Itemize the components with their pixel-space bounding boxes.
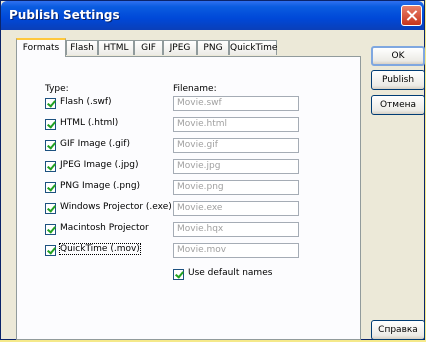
filename-header: Filename: (173, 84, 217, 94)
png-label: PNG Image (.png) (60, 181, 141, 191)
html-label: HTML (.html) (60, 118, 119, 128)
tab-gif[interactable]: GIF (134, 40, 163, 55)
publish-button[interactable]: Publish (371, 70, 425, 90)
jpeg-checkbox[interactable] (45, 161, 56, 172)
ok-button[interactable]: OK (371, 46, 425, 66)
flash-checkbox[interactable] (45, 98, 56, 109)
gif-filename-field[interactable]: Movie.gif (173, 138, 299, 153)
quicktime-filename-field[interactable]: Movie.mov (173, 243, 299, 258)
macintosh-projector-label: Macintosh Projector (60, 223, 149, 233)
publish-settings-dialog: Publish Settings Formats Flash HTML GIF … (0, 0, 425, 340)
close-icon[interactable] (401, 5, 422, 26)
help-button[interactable]: Справка (371, 320, 425, 340)
use-default-names-checkbox[interactable] (173, 269, 184, 280)
tab-jpeg[interactable]: JPEG (163, 40, 197, 55)
window-title: Publish Settings (9, 8, 120, 22)
tab-png[interactable]: PNG (197, 40, 229, 55)
jpeg-label: JPEG Image (.jpg) (60, 160, 139, 170)
cancel-button[interactable]: Отмена (371, 95, 425, 115)
flash-label: Flash (.swf) (60, 97, 112, 107)
macintosh-projector-filename-field[interactable]: Movie.hqx (173, 222, 299, 237)
flash-filename-field[interactable]: Movie.swf (173, 96, 299, 111)
type-header: Type: (45, 84, 69, 94)
title-bar[interactable]: Publish Settings (1, 1, 424, 30)
html-checkbox[interactable] (45, 119, 56, 130)
quicktime-label: QuickTime (.mov) (59, 243, 141, 255)
use-default-names-label: Use default names (188, 268, 273, 278)
tab-html[interactable]: HTML (98, 40, 134, 55)
html-filename-field[interactable]: Movie.html (173, 117, 299, 132)
quicktime-checkbox[interactable] (45, 245, 56, 256)
tab-quicktime[interactable]: QuickTime (229, 40, 277, 55)
jpeg-filename-field[interactable]: Movie.jpg (173, 159, 299, 174)
gif-label: GIF Image (.gif) (60, 139, 130, 149)
png-checkbox[interactable] (45, 182, 56, 193)
gif-checkbox[interactable] (45, 140, 56, 151)
macintosh-projector-checkbox[interactable] (45, 224, 56, 235)
png-filename-field[interactable]: Movie.png (173, 180, 299, 195)
windows-projector-filename-field[interactable]: Movie.exe (173, 201, 299, 216)
windows-projector-checkbox[interactable] (45, 203, 56, 214)
windows-projector-label: Windows Projector (.exe) (60, 202, 172, 212)
tab-flash[interactable]: Flash (66, 40, 98, 55)
tab-formats[interactable]: Formats (16, 38, 66, 57)
